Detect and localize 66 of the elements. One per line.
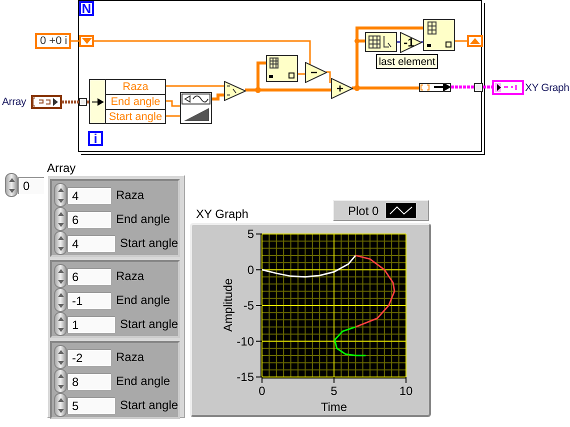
numeric-field[interactable]: -2 [67,348,111,366]
field-label: End angle [116,374,170,388]
field-label: Start angle [120,236,178,250]
numeric-field[interactable]: 6 [67,268,111,284]
spinner-button[interactable] [54,288,67,312]
tick-label: -5 [243,298,254,312]
spinner-button[interactable] [54,183,67,207]
spinner-button[interactable] [54,207,67,231]
terminal-label: XY Graph [525,81,570,95]
spinner-button[interactable] [54,231,67,255]
operator-node: -1 [400,32,422,53]
operator-node: + [331,78,353,99]
count-terminal: N [79,1,94,16]
index-field[interactable]: 0 [18,176,44,194]
loop-tunnel [79,98,87,106]
numeric-field[interactable]: 8 [67,372,111,390]
axis-title: Amplitude [221,278,235,332]
tick-label: -10 [236,334,254,348]
field-label: Raza [116,188,144,202]
numeric-field[interactable]: 6 [67,210,111,228]
index-array-node [266,55,298,82]
legend-label: Plot 0 [348,204,379,218]
field-label: End angle [116,212,170,226]
spinner-button[interactable] [54,393,67,417]
field-label: Raza [116,350,144,364]
array-terminal [31,95,62,109]
graph-terminal [492,80,524,95]
numeric-field[interactable]: 1 [67,316,115,332]
numeric-field[interactable]: 4 [67,234,115,252]
numeric-field[interactable]: -1 [67,292,111,308]
array-label: Array [47,162,77,175]
legend-swatch-icon [386,203,416,218]
numeric-field[interactable]: 5 [67,396,115,414]
unbundle-field: End angle [106,95,165,110]
axis-title: Time [320,400,348,414]
tick-label: 10 [399,384,413,398]
tick-label: 5 [330,384,338,398]
tick-label: 5 [247,227,254,241]
index-array-node [423,19,455,51]
arrow-icon [92,98,104,106]
spinner-button[interactable] [54,369,67,393]
tick-label: -15 [236,370,254,384]
terminal-label: Array [2,95,26,109]
unbundle-field: Raza [106,80,165,95]
array-size-node [365,32,397,52]
loop-tunnel [474,83,483,92]
complex-constant: 0 +0 i [35,33,71,49]
operator-node: − [305,62,327,83]
tick-label: 0 [258,384,266,398]
unbundle-field: Start angle [106,110,165,124]
field-label: Start angle [120,398,178,412]
spinner-button[interactable] [5,173,18,197]
node-label: last element [376,54,438,69]
ramp-pattern-node [180,92,212,124]
spinner-button[interactable] [54,264,67,288]
graph-label: XY Graph [196,207,248,221]
iteration-terminal: i [88,131,103,146]
polar-to-complex-node [224,81,246,101]
numeric-field[interactable]: 4 [67,186,111,204]
field-label: Start angle [120,317,178,331]
field-label: End angle [116,293,170,307]
conversion-node [419,83,451,92]
tick-label: 0 [247,262,254,277]
spinner-button[interactable] [54,345,67,369]
spinner-button[interactable] [54,312,67,336]
field-label: Raza [116,269,144,283]
